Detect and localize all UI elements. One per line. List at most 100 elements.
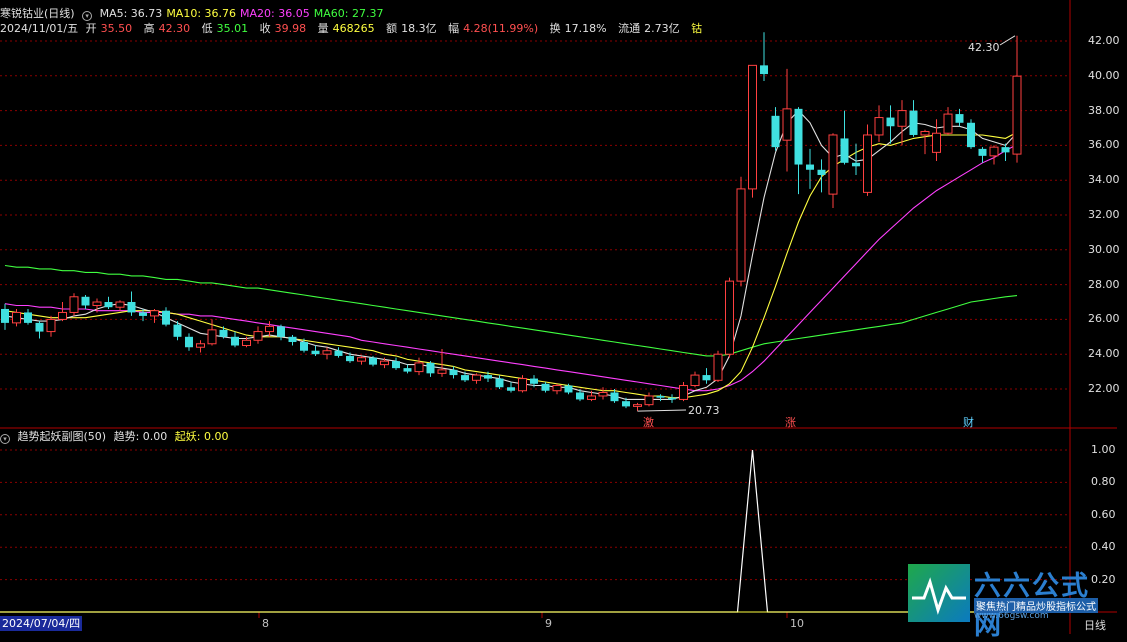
price-tick-label: 42.00 — [1088, 34, 1120, 47]
volume-value: 468265 — [332, 22, 375, 35]
ma-label: MA20: 36.05 — [240, 7, 310, 20]
candle-body-down — [346, 355, 354, 362]
candle-body-up — [322, 350, 332, 355]
candle-body-down — [564, 385, 573, 393]
candle-body-up — [932, 132, 941, 153]
brand-url: www.66gsw.com — [974, 611, 1049, 621]
candle-body-up — [782, 108, 792, 141]
candle-body-down — [288, 336, 297, 343]
candle-body-up — [828, 134, 838, 195]
price-tick-label: 26.00 — [1088, 312, 1120, 326]
candle-body-up — [437, 369, 447, 374]
sub-panel-name[interactable]: 趋势起妖副图(50) — [18, 430, 107, 443]
price-tick-label: 22.00 — [1088, 382, 1120, 395]
month-label: 9 — [545, 617, 552, 630]
ma-labels: MA5: 36.73 MA10: 36.76 MA20: 36.05 MA60: 27… — [100, 7, 388, 20]
candle-body-down — [702, 375, 711, 381]
candle-body-up — [58, 311, 67, 320]
candle-body-up — [115, 301, 125, 308]
ma-label: MA5: 36.73 — [99, 7, 163, 20]
candle-body-down — [541, 383, 550, 391]
price-tick-label: 34.00 — [1088, 173, 1120, 187]
yao-label: 起妖: 0.00 — [174, 430, 229, 443]
candle-body-down — [104, 302, 113, 308]
candle-body-down — [426, 362, 435, 374]
candle-body-down — [886, 117, 895, 127]
candle-body-up — [380, 360, 389, 366]
close-value: 39.98 — [274, 22, 307, 35]
amount-value: 18.3亿 — [401, 22, 437, 35]
month-label: 10 — [790, 617, 804, 630]
candle-body-down — [24, 312, 32, 323]
event-marker-cai[interactable]: 财 — [962, 416, 975, 429]
candle-body-down — [656, 395, 665, 398]
candle-body-down — [622, 401, 630, 407]
turnover-value: 17.18% — [564, 22, 607, 35]
quote-date: 2024/11/01/五 — [0, 22, 79, 35]
candle-body-up — [736, 188, 746, 282]
candle-body-down — [173, 324, 182, 337]
candle-body-down — [530, 378, 538, 384]
candle-body-up — [46, 318, 56, 333]
candle-body-up — [518, 378, 527, 392]
candle-body-down — [806, 164, 814, 170]
candle-body-down — [852, 162, 860, 167]
candle-body-up — [265, 325, 274, 333]
candle-body-down — [277, 326, 285, 337]
candle-body-down — [967, 122, 975, 148]
sub-tick-label: 1.00 — [1091, 443, 1116, 456]
price-tick-label: 36.00 — [1088, 138, 1120, 152]
price-tick-label: 38.00 — [1088, 103, 1120, 117]
close-label: 收 — [259, 22, 271, 35]
sector-tag[interactable]: 钴 — [691, 22, 702, 35]
candle-body-down — [909, 110, 918, 135]
price-tick-label: 30.00 — [1088, 242, 1120, 256]
candle-body-up — [690, 374, 700, 387]
low-value: 35.01 — [216, 22, 249, 35]
candle-body-up — [863, 134, 872, 193]
candle-body-down — [461, 375, 469, 381]
open-label: 开 — [85, 22, 97, 35]
candle-body-down — [495, 378, 504, 388]
candle-body-down — [1, 308, 9, 323]
turnover-label: 换 — [549, 22, 561, 35]
brand-logo-icon — [908, 564, 970, 622]
stock-name[interactable]: 寒锐钴业 — [0, 7, 44, 20]
high-pointer — [999, 35, 1016, 46]
low-annotation: 20.73 — [688, 404, 720, 417]
candle-body-up — [989, 146, 999, 157]
candle-body-down — [978, 148, 987, 156]
candle-body-down — [668, 397, 676, 400]
candle-body-down — [610, 392, 619, 402]
candle-body-down — [35, 322, 44, 332]
candle-body-up — [242, 339, 251, 346]
event-marker-zhang[interactable]: 涨 — [784, 416, 797, 429]
candle-body-up — [552, 385, 562, 392]
collapse-icon[interactable]: ▾ — [0, 434, 10, 444]
price-tick-label: 28.00 — [1088, 277, 1120, 291]
candle-body-up — [357, 357, 366, 362]
candle-body-up — [414, 362, 424, 373]
candle-body-up — [713, 353, 723, 381]
brand-watermark: 六六公式网 聚焦热门精品炒股指标公式 www.66gsw.com — [908, 564, 1118, 641]
amount-label: 额 — [386, 22, 398, 35]
candle-body-down — [403, 368, 412, 372]
candle-body-up — [644, 395, 654, 406]
title-row: 寒锐钴业(日线) ▾ MA5: 36.73 MA10: 36.76 MA20: 36… — [0, 7, 391, 21]
candle-body-down — [771, 115, 780, 148]
price-tick-label: 32.00 — [1088, 208, 1120, 221]
float-label: 流通 — [618, 22, 641, 35]
sub-panel-header: ▾ 趋势起妖副图(50) 趋势: 0.00 起妖: 0.00 — [0, 430, 233, 444]
candle-body-down — [392, 361, 400, 369]
candle-body-up — [587, 395, 596, 400]
candle-body-down — [760, 65, 768, 75]
candle-body-down — [219, 329, 228, 337]
ma-label: MA60: 27.37 — [313, 7, 384, 20]
high-annotation: 42.30 — [968, 41, 1000, 54]
candle-body-up — [207, 329, 217, 345]
candle-body-down — [840, 138, 849, 163]
event-marker-ji[interactable]: 激 — [642, 416, 655, 429]
settings-icon[interactable]: ▾ — [82, 11, 93, 21]
candle-body-up — [748, 64, 757, 190]
candle-body-down — [449, 369, 458, 376]
